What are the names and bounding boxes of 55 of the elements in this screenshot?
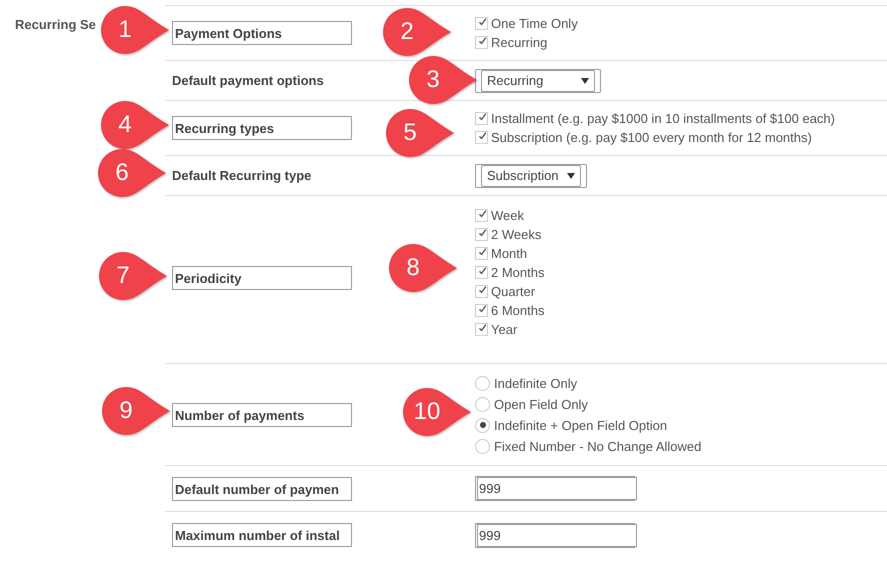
- field-label: Default payment options: [172, 73, 324, 88]
- option-label: Open Field Only: [494, 396, 588, 412]
- input-field[interactable]: 999: [477, 477, 637, 500]
- field-label: Maximum number of instal: [172, 523, 352, 547]
- option-label: Recurring: [491, 35, 548, 50]
- option-label: Indefinite Only: [494, 376, 578, 390]
- checkbox[interactable]: [475, 304, 488, 317]
- checkbox[interactable]: [475, 228, 488, 241]
- dropdown[interactable]: Recurring: [481, 70, 595, 92]
- callout-marker: 2: [381, 6, 453, 58]
- field-label: Default Recurring type: [172, 168, 312, 183]
- checkbox[interactable]: [475, 209, 488, 222]
- field-label: Number of payments: [172, 402, 352, 426]
- checkbox[interactable]: [475, 112, 488, 125]
- checkbox[interactable]: [475, 36, 488, 49]
- option-label: Fixed Number - No Change Allowed: [494, 438, 702, 454]
- field-label: Default number of paymen: [172, 476, 352, 500]
- callout-marker: 5: [384, 107, 456, 159]
- callout-marker: 10: [401, 386, 473, 438]
- caret-icon: [566, 172, 575, 178]
- checkbox[interactable]: [475, 285, 488, 298]
- callout-marker: 4: [99, 99, 171, 151]
- checkbox[interactable]: [475, 266, 488, 279]
- checkbox[interactable]: [475, 17, 488, 30]
- input-field[interactable]: 999: [477, 524, 637, 546]
- radio-button[interactable]: [475, 418, 490, 432]
- checkbox[interactable]: [475, 323, 488, 336]
- checkbox[interactable]: [475, 247, 488, 260]
- field-label: Recurring types: [172, 116, 352, 140]
- option-label: Indefinite + Open Field Option: [494, 418, 668, 432]
- option-label: Week: [491, 208, 524, 223]
- caret-icon: [581, 78, 589, 84]
- callout-marker: 7: [97, 250, 169, 302]
- field-label: Payment Options: [172, 21, 352, 45]
- option-label: One Time Only: [491, 16, 578, 31]
- radio-button[interactable]: [475, 438, 490, 454]
- option-label: Quarter: [491, 284, 536, 299]
- callout-marker: 6: [96, 147, 168, 199]
- callout-marker: 1: [99, 4, 171, 56]
- callout-marker: 9: [100, 385, 172, 437]
- option-label: Subscription (e.g. pay $100 every month for 12 months): [491, 130, 812, 145]
- option-label: 2 Months: [491, 265, 544, 280]
- option-label: Year: [491, 322, 518, 337]
- option-label: Installment (e.g. pay $1000 in 10 installments of $100 each): [491, 111, 835, 126]
- field-label: Periodicity: [172, 266, 352, 290]
- option-label: 2 Weeks: [491, 227, 542, 242]
- option-label: 6 Months: [491, 303, 544, 318]
- section-title: Recurring Se: [15, 17, 96, 32]
- callout-marker: 3: [407, 54, 479, 106]
- radio-button[interactable]: [475, 376, 490, 390]
- callout-marker: 8: [387, 242, 459, 294]
- dropdown[interactable]: Subscription: [481, 164, 581, 186]
- radio-button[interactable]: [475, 396, 490, 412]
- checkbox[interactable]: [475, 131, 488, 144]
- option-label: Month: [491, 246, 528, 261]
